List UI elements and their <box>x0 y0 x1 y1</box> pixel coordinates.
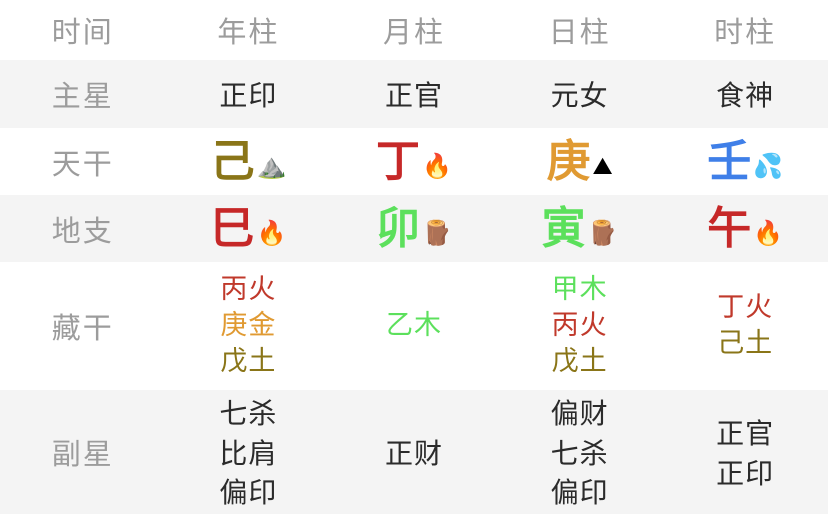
hidden-stems-month: 乙木 <box>331 262 497 390</box>
table-header-row: 时间 年柱 月柱 日柱 时柱 <box>0 0 828 60</box>
minor-star-item: 比肩 <box>219 436 278 470</box>
heavenly-stem-day: 庚 ⛰ <box>497 128 663 195</box>
hidden-stem-item: 戊土 <box>220 345 277 377</box>
earthly-branch-year: 巳 🔥 <box>166 195 332 262</box>
row-label-main-star: 主星 <box>51 79 114 113</box>
table-row-hidden-stems: 藏干 丙火 庚金 戊土 乙木 甲木 丙火 戊土 丁火 己土 <box>0 262 828 390</box>
fire-icon: 🔥 <box>753 218 784 247</box>
table-row-minor-stars: 副星 七杀 比肩 偏印 正财 偏财 七杀 偏印 正官 正印 <box>0 390 828 514</box>
heavenly-stem-month: 丁 🔥 <box>331 128 497 195</box>
column-header-day: 日柱 <box>548 15 611 49</box>
stem-glyph: 庚 <box>546 135 591 187</box>
wood-log-icon: 🪵 <box>422 218 452 247</box>
minor-stars-month: 正财 <box>331 390 497 514</box>
hidden-stem-item: 戊土 <box>551 345 608 377</box>
minor-stars-day: 偏财 七杀 偏印 <box>497 390 663 514</box>
main-star-day: 元女 <box>550 79 609 112</box>
column-header-year: 年柱 <box>217 15 280 49</box>
hidden-stem-item: 丙火 <box>220 274 277 306</box>
bazi-chart-table: 时间 年柱 月柱 日柱 时柱 主星 正印 正官 元女 食神 天干 己 ⛰️ 丁 … <box>0 0 828 514</box>
column-header-month: 月柱 <box>382 15 445 49</box>
earthly-branch-day: 寅 🪵 <box>497 195 663 262</box>
branch-glyph: 寅 <box>541 202 586 254</box>
earthly-branch-month: 卯 🪵 <box>331 195 497 262</box>
earthly-branch-hour: 午 🔥 <box>662 195 828 262</box>
hidden-stem-item: 己土 <box>717 328 774 359</box>
hidden-stems-day: 甲木 丙火 戊土 <box>497 262 663 390</box>
minor-star-item: 七杀 <box>219 396 278 430</box>
hidden-stem-item: 甲木 <box>551 274 608 306</box>
metal-pyramid-icon: ⛰ <box>592 151 613 180</box>
heavenly-stem-year: 己 ⛰️ <box>166 128 332 195</box>
minor-star-item: 偏印 <box>219 476 278 510</box>
minor-star-item: 正印 <box>716 456 775 490</box>
minor-star-item: 正财 <box>384 436 443 470</box>
minor-star-item: 偏印 <box>550 476 609 510</box>
hidden-stems-year: 丙火 庚金 戊土 <box>166 262 332 390</box>
row-label-hidden-stems: 藏干 <box>51 311 114 345</box>
hidden-stem-item: 乙木 <box>385 310 442 342</box>
fire-icon: 🔥 <box>422 151 452 180</box>
stem-glyph: 丁 <box>376 135 421 187</box>
table-row-main-star: 主星 正印 正官 元女 食神 <box>0 60 828 128</box>
row-label-heavenly-stem: 天干 <box>51 146 114 181</box>
hidden-stem-item: 丙火 <box>551 310 608 342</box>
minor-star-item: 七杀 <box>550 436 609 470</box>
water-droplet-icon: 💦 <box>753 151 784 180</box>
branch-glyph: 午 <box>707 202 752 254</box>
main-star-year: 正印 <box>219 79 278 112</box>
heavenly-stem-hour: 壬 💦 <box>662 128 828 195</box>
row-label-earthly-branch: 地支 <box>51 213 114 248</box>
main-star-hour: 食神 <box>716 79 775 112</box>
table-row-heavenly-stem: 天干 己 ⛰️ 丁 🔥 庚 ⛰ 壬 💦 <box>0 128 828 195</box>
minor-stars-hour: 正官 正印 <box>662 390 828 514</box>
branch-glyph: 巳 <box>210 202 255 254</box>
table-row-earthly-branch: 地支 巳 🔥 卯 🪵 寅 🪵 午 🔥 <box>0 195 828 262</box>
hidden-stem-item: 庚金 <box>220 310 277 342</box>
earth-mountain-icon: ⛰️ <box>256 151 287 180</box>
row-label-minor-stars: 副星 <box>51 437 114 471</box>
main-star-month: 正官 <box>384 79 443 112</box>
hidden-stem-item: 丁火 <box>717 292 774 324</box>
minor-stars-year: 七杀 比肩 偏印 <box>166 390 332 514</box>
minor-star-item: 正官 <box>716 416 775 450</box>
header-row-label: 时间 <box>51 15 114 49</box>
minor-star-item: 偏财 <box>550 396 609 430</box>
column-header-hour: 时柱 <box>714 15 777 49</box>
stem-glyph: 壬 <box>707 135 752 187</box>
hidden-stems-hour: 丁火 己土 <box>662 262 828 390</box>
stem-glyph: 己 <box>210 135 255 187</box>
wood-log-icon: 🪵 <box>587 218 618 247</box>
branch-glyph: 卯 <box>376 202 421 254</box>
fire-icon: 🔥 <box>256 218 287 247</box>
